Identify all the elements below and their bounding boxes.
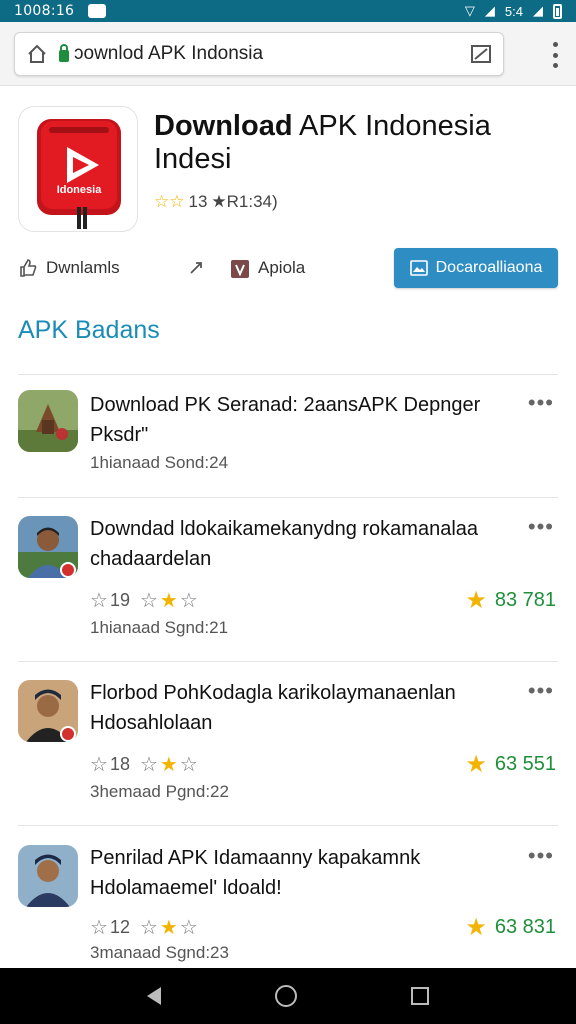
overflow-menu-icon[interactable]: [552, 42, 558, 68]
star-outline-icon: ☆: [179, 754, 198, 776]
app-title-bold: Download: [154, 110, 293, 142]
lock-icon: [59, 44, 69, 62]
list-item-rating-count: 12: [109, 917, 130, 937]
star-filled-icon: ★: [159, 590, 178, 612]
app-rating-count: 13: [188, 192, 208, 211]
list-item-score-value: 63 831: [494, 916, 556, 938]
battery-icon: [553, 3, 562, 19]
star-filled-icon: ★: [465, 751, 487, 778]
url-text[interactable]: ɔownlod APK Indonsia: [74, 43, 459, 65]
more-options-icon[interactable]: •••: [528, 678, 554, 704]
wifi-icon: ▽: [464, 3, 475, 18]
star-outline-icon: ☆: [179, 590, 198, 612]
address-bar[interactable]: ɔownlod APK Indonsia: [14, 32, 504, 76]
status-right-text: 5:4: [504, 3, 523, 19]
star-filled-icon: ★: [465, 587, 487, 614]
app-title-rest: APK Indonesia: [292, 110, 491, 142]
calendar-icon: [231, 260, 249, 278]
star-outline-icon: ☆: [179, 917, 198, 939]
list-item-meta: 3manaad Sgnd:23: [90, 943, 229, 962]
more-options-icon[interactable]: •••: [528, 390, 554, 416]
list-item-avatar: [18, 845, 78, 907]
list-item-meta: 1hianaad Sond:24: [90, 453, 229, 472]
list-item[interactable]: Florbod PohKodagla karikolaymanaenlan Hd…: [18, 678, 558, 828]
browser-toolbar: ɔownlod APK Indonsia: [0, 22, 576, 86]
app-title-line2: Indesi: [154, 143, 232, 175]
status-bar: 1008:16 ▽ ◢ 5:4 ◢: [0, 0, 576, 22]
star-icon: ☆☆: [154, 192, 185, 211]
star-outline-icon: ☆: [90, 754, 108, 776]
app-icon-text: Idonesia: [57, 184, 103, 196]
badge-icon: [60, 562, 76, 578]
list-item[interactable]: Download PK Seranad: 2aansAPK Depnger Pk…: [18, 390, 558, 498]
star-outline-icon: ☆: [90, 917, 108, 939]
download-button[interactable]: Docaroalliaona: [394, 248, 558, 288]
apiola-action[interactable]: Apiola: [188, 257, 393, 279]
list-item-score-value: 63 551: [494, 753, 556, 775]
home-circle-icon[interactable]: [275, 985, 297, 1007]
status-time: 1008:16: [14, 3, 75, 19]
list-item-meta: 1hianaad Sgnd:21: [90, 618, 229, 637]
downloads-label: Dwnlamls: [46, 258, 120, 277]
back-icon[interactable]: [147, 987, 161, 1005]
list-item-title[interactable]: Downdad ldokaikamekanydng rokamanalaa ch…: [90, 514, 510, 574]
app-rating-extra: ★R1:34): [211, 192, 278, 211]
list-item-rating: ☆ 19 ☆ ★ ☆: [90, 588, 198, 613]
list-item-rating-count: 18: [109, 754, 130, 774]
list-item-rating: ☆ 12 ☆ ★ ☆: [90, 915, 198, 940]
badge-icon: [60, 726, 76, 742]
download-button-label: Docaroalliaona: [435, 259, 543, 276]
star-outline-icon: ☆: [139, 590, 158, 612]
list-item-rating-count: 19: [109, 590, 130, 610]
star-filled-icon: ★: [465, 914, 487, 941]
list-divider: [18, 661, 558, 662]
list-item-score-value: 83 781: [494, 589, 556, 611]
app-rating: ☆☆ 13 ★R1:34): [154, 192, 278, 212]
status-indicators: ▽ ◢ 5:4 ◢: [465, 3, 562, 19]
tab-switcher-icon[interactable]: [459, 32, 503, 76]
list-item-score: ★ 63 551: [465, 750, 556, 779]
downloads-action[interactable]: Dwnlamls: [18, 258, 188, 278]
notification-icon: [88, 4, 107, 18]
share-icon: [190, 262, 202, 274]
list-item-meta: 3hemaad Pgnd:22: [90, 782, 229, 801]
star-outline-icon: ☆: [90, 590, 108, 612]
list-item[interactable]: Penrilad APK Idamaanny kapakamnk Hdolama…: [18, 843, 558, 965]
list-divider: [18, 825, 558, 826]
list-item[interactable]: Downdad ldokaikamekanydng rokamanalaa ch…: [18, 514, 558, 664]
signal-icon-2: ◢: [533, 3, 543, 18]
signal-icon: ◢: [484, 3, 495, 18]
list-item-avatar: [18, 390, 78, 452]
star-outline-icon: ☆: [139, 917, 158, 939]
home-icon[interactable]: [15, 32, 59, 76]
list-item-title[interactable]: Download PK Seranad: 2aansAPK Depnger Pk…: [90, 390, 510, 450]
star-filled-icon: ★: [159, 754, 178, 776]
section-divider: [18, 374, 558, 375]
more-options-icon[interactable]: •••: [528, 514, 554, 540]
star-filled-icon: ★: [159, 917, 178, 939]
more-options-icon[interactable]: •••: [528, 843, 554, 869]
apiola-label: Apiola: [258, 258, 306, 277]
list-item-title[interactable]: Florbod PohKodagla karikolaymanaenlan Hd…: [90, 678, 510, 738]
list-item-score: ★ 63 831: [465, 913, 556, 942]
action-row: Dwnlamls Apiola Docaroalliaona: [18, 248, 558, 288]
list-item-title[interactable]: Penrilad APK Idamaanny kapakamnk Hdolama…: [90, 843, 510, 903]
list-divider: [18, 497, 558, 498]
thumbs-up-icon: [20, 259, 37, 277]
system-nav-bar: [0, 968, 576, 1024]
app-title: Download APK Indonesia Indesi: [154, 110, 564, 176]
list-item-rating: ☆ 18 ☆ ★ ☆: [90, 752, 198, 777]
list-item-score: ★ 83 781: [465, 586, 556, 615]
star-outline-icon: ☆: [139, 754, 158, 776]
app-icon: Idonesia: [18, 106, 138, 232]
image-icon: [409, 260, 428, 276]
recents-icon[interactable]: [411, 987, 429, 1005]
section-title: APK Badans: [18, 316, 160, 344]
